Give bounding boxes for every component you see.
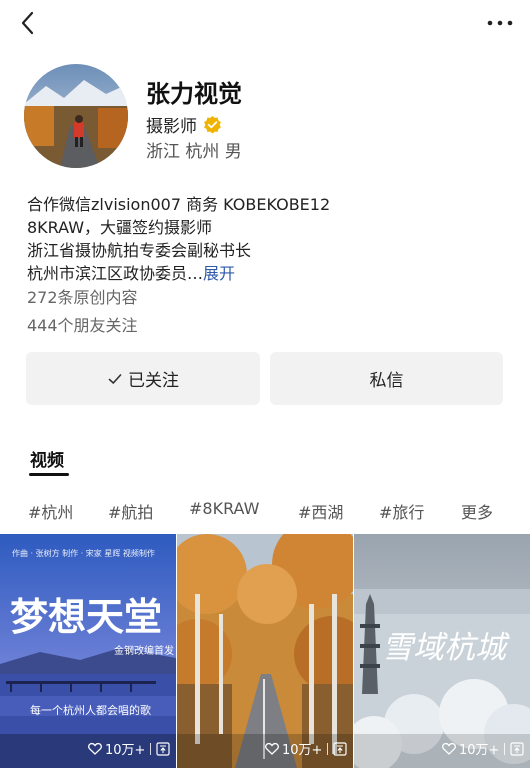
ellipsis-icon[interactable] xyxy=(484,8,516,38)
like-count-row: 10万+ xyxy=(442,739,525,758)
top-bar xyxy=(0,0,530,46)
like-count-row: 10万+ xyxy=(88,739,171,758)
tag-bar: #杭州 #航拍 #8KRAW #西湖 #旅行 更多 xyxy=(28,499,508,523)
profile-role: 摄影师 xyxy=(146,117,197,137)
followed-button[interactable]: 已关注 xyxy=(26,352,260,405)
video-thumbnail xyxy=(177,534,353,768)
like-count: 10万+ xyxy=(459,743,500,758)
bio-line-last: 杭州市滨江区政协委员…展开 xyxy=(27,262,507,285)
profile-bio: 合作微信zlvision007 商务 KOBEKOBE12 8KRAW，大疆签约… xyxy=(27,193,507,285)
tag-west-lake[interactable]: #西湖 xyxy=(298,499,343,523)
avatar[interactable] xyxy=(24,64,128,168)
friends-follow-count[interactable]: 444个朋友关注 xyxy=(27,312,138,336)
like-count: 10万+ xyxy=(282,743,323,758)
video-subtitle: 每一个杭州人都会唱的歌 xyxy=(30,704,151,717)
message-button[interactable]: 私信 xyxy=(270,352,503,405)
followed-button-label: 已关注 xyxy=(128,371,179,391)
video-title: 梦想天堂 xyxy=(10,594,163,639)
tag-hangzhou[interactable]: #杭州 xyxy=(28,499,73,523)
profile-name: 张力视觉 xyxy=(146,80,242,108)
save-icon[interactable] xyxy=(156,741,171,756)
heart-icon xyxy=(442,742,456,755)
tag-aerial[interactable]: #航拍 xyxy=(108,499,153,523)
expand-link[interactable]: 展开 xyxy=(203,264,235,283)
tag-8kraw[interactable]: #8KRAW xyxy=(189,499,259,518)
heart-icon xyxy=(88,742,102,755)
like-count: 10万+ xyxy=(105,743,146,758)
video-title: 雪域杭城 xyxy=(382,630,506,666)
divider xyxy=(327,742,329,755)
chevron-left-icon[interactable] xyxy=(14,8,44,38)
like-count-row: 10万+ xyxy=(265,739,348,758)
bio-line: 8KRAW，大疆签约摄影师 xyxy=(27,218,213,237)
heart-icon xyxy=(265,742,279,755)
bio-line-text: 杭州市滨江区政协委员… xyxy=(27,264,204,283)
original-count: 272条原创内容 xyxy=(27,288,138,307)
video-card[interactable]: 雪域杭城 10万+ xyxy=(354,534,530,768)
check-icon xyxy=(108,373,122,384)
profile-location: 浙江 杭州 男 xyxy=(146,142,242,162)
video-credits: 作曲 · 张树方 制作 · 宋家 星辉 视频制作 xyxy=(12,549,155,558)
message-button-label: 私信 xyxy=(369,371,404,391)
tab-underline xyxy=(29,473,69,476)
tab-video[interactable]: 视频 xyxy=(30,446,64,471)
role-row: 摄影师 xyxy=(146,112,222,137)
video-card[interactable]: 10万+ xyxy=(177,534,353,768)
divider xyxy=(150,742,152,755)
bio-line: 合作微信zlvision007 商务 KOBEKOBE12 xyxy=(27,195,331,214)
verified-badge-icon xyxy=(204,115,221,134)
tag-travel[interactable]: #旅行 xyxy=(379,499,424,523)
save-icon[interactable] xyxy=(510,741,525,756)
divider xyxy=(504,742,506,755)
video-card[interactable]: 作曲 · 张树方 制作 · 宋家 星辉 视频制作 梦想天堂 金钢改编首发 每一个… xyxy=(0,534,176,768)
bio-line: 浙江省摄协航拍专委会副秘书长 xyxy=(27,241,252,260)
video-small-label: 金钢改编首发 xyxy=(114,646,174,657)
tag-more[interactable]: 更多 xyxy=(461,499,493,523)
save-icon[interactable] xyxy=(333,741,348,756)
